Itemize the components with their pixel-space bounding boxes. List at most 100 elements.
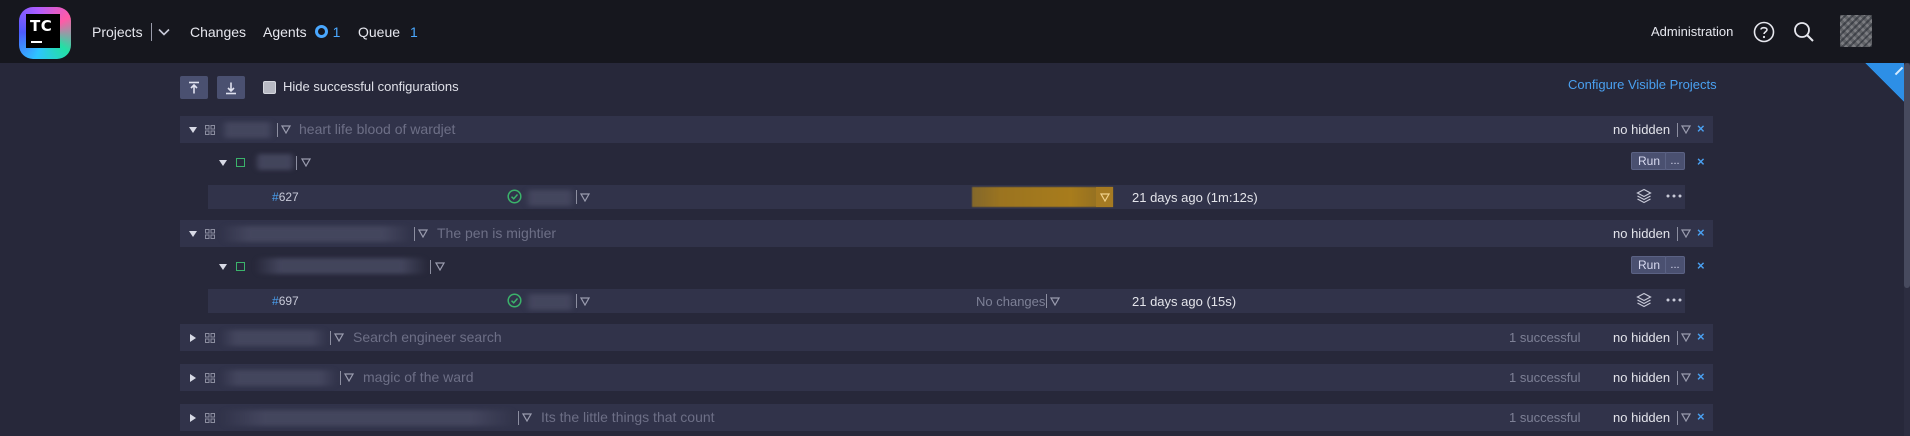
agents-count: 1: [332, 23, 341, 40]
close-icon[interactable]: ×: [1697, 225, 1705, 240]
more-icon[interactable]: [1666, 298, 1682, 302]
collapsed-triangle-icon[interactable]: [188, 413, 198, 423]
project-name[interactable]: [220, 410, 516, 426]
more-icon[interactable]: [1666, 194, 1682, 198]
chevron-down-icon[interactable]: [158, 28, 170, 36]
expand-all-icon: [226, 82, 236, 94]
separator: [296, 156, 297, 170]
expanded-triangle-icon[interactable]: [218, 158, 228, 168]
build-number-value: 697: [278, 294, 299, 308]
config-status-icon: [236, 158, 245, 167]
dropdown-triangle-icon[interactable]: [580, 297, 590, 306]
dropdown-triangle-icon[interactable]: [281, 125, 291, 134]
no-hidden-label[interactable]: no hidden: [1613, 330, 1670, 345]
help-icon[interactable]: [1753, 0, 1775, 63]
collapsed-triangle-icon[interactable]: [188, 373, 198, 383]
nav-administration[interactable]: Administration: [1651, 0, 1733, 63]
grid-icon: [205, 125, 215, 135]
collapsed-triangle-icon[interactable]: [188, 333, 198, 343]
dropdown-triangle-icon[interactable]: [580, 193, 590, 202]
separator: [277, 123, 278, 137]
dropdown-triangle-icon[interactable]: [1681, 333, 1691, 342]
config-status-icon: [236, 262, 245, 271]
build-config-name[interactable]: [254, 154, 296, 170]
expanded-triangle-icon[interactable]: [218, 262, 228, 272]
configure-visible-projects-link[interactable]: Configure Visible Projects: [1568, 77, 1717, 92]
run-options-button[interactable]: ...: [1665, 152, 1685, 170]
build-number-value: 627: [278, 190, 299, 204]
separator: [1677, 123, 1678, 137]
build-row: [208, 185, 1685, 209]
no-hidden-label[interactable]: no hidden: [1613, 410, 1670, 425]
separator: [576, 294, 577, 308]
close-icon[interactable]: ×: [1697, 121, 1705, 136]
close-icon[interactable]: ×: [1697, 409, 1705, 424]
build-number[interactable]: #697: [272, 294, 299, 308]
run-button[interactable]: Run: [1631, 152, 1668, 170]
nav-queue[interactable]: Queue 1: [358, 0, 418, 63]
project-name[interactable]: [220, 122, 275, 138]
dropdown-triangle-icon[interactable]: [1681, 413, 1691, 422]
changes-highlight[interactable]: [972, 187, 1113, 207]
close-icon[interactable]: ×: [1697, 258, 1705, 273]
separator: [330, 331, 331, 345]
no-hidden-label[interactable]: no hidden: [1613, 370, 1670, 385]
no-changes-label[interactable]: No changes: [976, 294, 1045, 309]
changes-dropdown[interactable]: [1096, 187, 1113, 207]
logo-underscore: [31, 41, 42, 43]
close-icon[interactable]: ×: [1697, 154, 1705, 169]
nav-agents[interactable]: Agents 1: [263, 0, 340, 63]
dropdown-triangle-icon[interactable]: [1050, 297, 1060, 306]
build-number[interactable]: #627: [272, 190, 299, 204]
logo-mark: TC: [26, 14, 60, 48]
build-status-text[interactable]: [524, 294, 576, 310]
expanded-triangle-icon[interactable]: [188, 229, 198, 239]
dropdown-triangle-icon[interactable]: [1681, 229, 1691, 238]
dropdown-triangle-icon[interactable]: [334, 333, 344, 342]
collapse-all-button[interactable]: [180, 76, 208, 99]
dropdown-triangle-icon[interactable]: [1681, 373, 1691, 382]
expanded-triangle-icon[interactable]: [188, 125, 198, 135]
close-icon[interactable]: ×: [1697, 329, 1705, 344]
build-status-text[interactable]: [524, 190, 576, 206]
project-name[interactable]: [220, 330, 328, 346]
project-description: The pen is mightier: [437, 225, 557, 241]
nav-projects-label: Projects: [92, 23, 143, 40]
project-description: magic of the ward: [363, 369, 474, 385]
nav-agents-label: Agents: [263, 23, 307, 40]
separator: [1677, 371, 1678, 385]
project-name[interactable]: [220, 226, 412, 242]
dropdown-triangle-icon[interactable]: [522, 413, 532, 422]
build-hash: #: [272, 294, 279, 308]
run-options-button[interactable]: ...: [1665, 256, 1685, 274]
hide-successful-checkbox[interactable]: [263, 81, 276, 94]
expand-all-button[interactable]: [217, 76, 245, 99]
close-icon[interactable]: ×: [1697, 369, 1705, 384]
dropdown-triangle-icon[interactable]: [435, 262, 445, 271]
dropdown-triangle-icon: [1099, 192, 1110, 202]
no-hidden-label[interactable]: no hidden: [1613, 226, 1670, 241]
scrollbar-thumb[interactable]: [1904, 63, 1910, 288]
layers-icon[interactable]: [1636, 188, 1652, 204]
nav-changes[interactable]: Changes: [190, 0, 246, 63]
dropdown-triangle-icon[interactable]: [418, 229, 428, 238]
dropdown-triangle-icon[interactable]: [344, 373, 354, 382]
separator: [576, 190, 577, 204]
project-name[interactable]: [220, 370, 338, 386]
dropdown-triangle-icon[interactable]: [301, 158, 311, 167]
build-config-name[interactable]: [254, 258, 428, 274]
run-button[interactable]: Run: [1631, 256, 1668, 274]
dropdown-triangle-icon[interactable]: [1681, 125, 1691, 134]
separator: [414, 227, 415, 241]
teamcity-logo[interactable]: TC: [19, 7, 71, 59]
grid-icon: [205, 413, 215, 423]
build-row: [208, 289, 1685, 313]
nav-projects[interactable]: Projects: [92, 0, 170, 63]
queue-count: 1: [410, 23, 418, 40]
layers-icon[interactable]: [1636, 292, 1652, 308]
search-icon[interactable]: [1793, 0, 1815, 63]
no-hidden-label[interactable]: no hidden: [1613, 122, 1670, 137]
avatar[interactable]: [1840, 15, 1872, 47]
check-circle-icon: [507, 293, 522, 308]
project-description: heart life blood of wardjet: [299, 121, 456, 137]
